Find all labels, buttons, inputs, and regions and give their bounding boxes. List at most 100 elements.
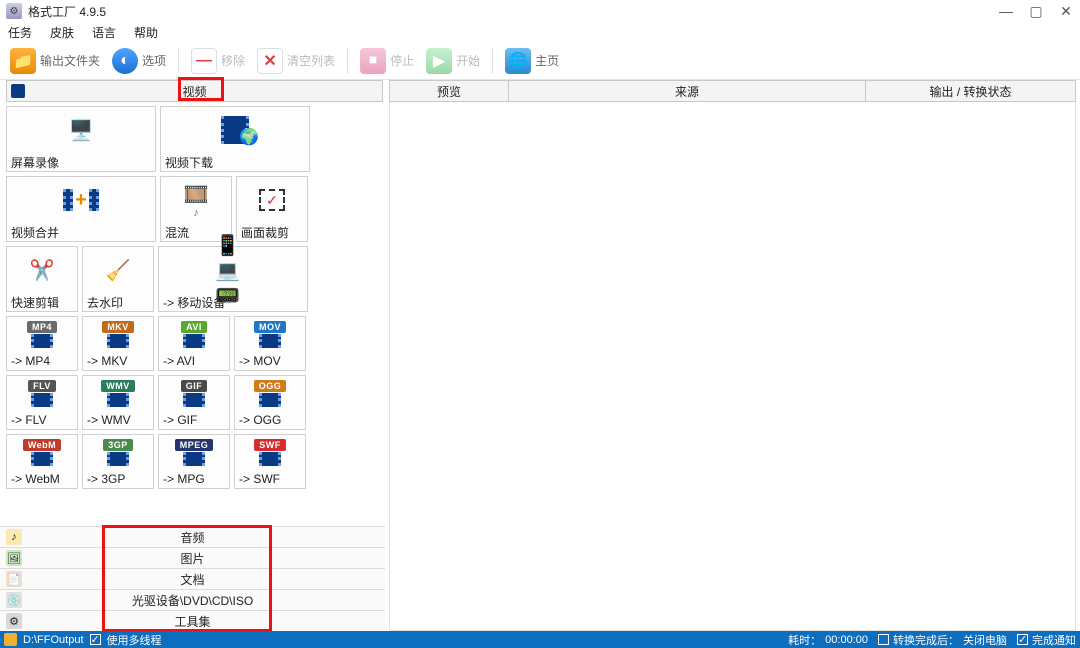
video-tab-icon xyxy=(11,84,25,98)
menu-skin[interactable]: 皮肤 xyxy=(50,24,74,41)
output-path[interactable]: D:\FFOutput xyxy=(23,634,84,646)
multithread-checkbox[interactable] xyxy=(90,634,101,645)
notify-label: 完成通知 xyxy=(1032,632,1076,648)
tile-3gp[interactable]: 3GP-> 3GP xyxy=(82,434,154,489)
options-button[interactable]: ◐ 选项 xyxy=(108,46,170,76)
clear-button[interactable]: 清空列表 xyxy=(253,46,339,76)
home-label: 主页 xyxy=(535,52,559,69)
remove-watermark-icon: 🧹 xyxy=(100,255,136,285)
tile-remove-watermark[interactable]: 🧹 去水印 xyxy=(82,246,154,312)
col-preview[interactable]: 预览 xyxy=(389,80,509,102)
home-icon: 🌐 xyxy=(505,48,531,74)
tile-ogg[interactable]: OGG -> OGG xyxy=(234,375,306,430)
title-bar: ⚙ 格式工厂 4.9.5 — ▢ ✕ xyxy=(0,0,1080,22)
highlight-box xyxy=(178,77,224,101)
flv-format-icon: FLV xyxy=(28,380,56,392)
tile-webm[interactable]: WebM -> WebM xyxy=(6,434,78,489)
video-download-icon: 🌍 xyxy=(217,115,253,145)
tile-mkv[interactable]: MKV -> MKV xyxy=(82,316,154,371)
tile-quick-cut[interactable]: ✂️ 快速剪辑 xyxy=(6,246,78,312)
audio-icon: ♪ xyxy=(6,529,22,545)
tile-label: 视频合并 xyxy=(7,223,155,241)
webm-format-icon: WebM xyxy=(23,439,61,451)
separator xyxy=(178,48,179,74)
screen-record-icon: 🖥️ xyxy=(63,115,99,145)
3gp-format-icon: 3GP xyxy=(103,439,133,451)
tile-label: -> OGG xyxy=(235,411,305,429)
mp4-format-icon: MP4 xyxy=(27,321,57,333)
crop-icon: ✓ xyxy=(259,189,285,211)
minimize-button[interactable]: — xyxy=(998,3,1014,20)
status-bar: D:\FFOutput 使用多线程 耗时： 00:00:00 转换完成后： 关闭… xyxy=(0,631,1080,648)
start-label: 开始 xyxy=(456,52,480,69)
ogg-format-icon: OGG xyxy=(254,380,287,392)
mkv-format-icon: MKV xyxy=(102,321,134,333)
remove-button[interactable]: 移除 xyxy=(187,46,249,76)
tile-label: 去水印 xyxy=(83,293,153,311)
tile-label: 屏幕录像 xyxy=(7,153,155,171)
window-title: 格式工厂 4.9.5 xyxy=(28,3,106,20)
mpg-format-icon: MPEG xyxy=(175,439,214,451)
remove-label: 移除 xyxy=(221,52,245,69)
start-icon: ▶ xyxy=(426,48,452,74)
menu-lang[interactable]: 语言 xyxy=(92,24,116,41)
menu-help[interactable]: 帮助 xyxy=(134,24,158,41)
tile-flv[interactable]: FLV-> FLV xyxy=(6,375,78,430)
home-button[interactable]: 🌐 主页 xyxy=(501,46,563,76)
tile-label: 视频下载 xyxy=(161,153,309,171)
highlight-box-categories xyxy=(102,525,272,632)
tile-video-download[interactable]: 🌍 视频下载 xyxy=(160,106,310,172)
tile-wmv[interactable]: WMV -> WMV xyxy=(82,375,154,430)
start-button[interactable]: ▶ 开始 xyxy=(422,46,484,76)
tile-mov[interactable]: MOV-> MOV xyxy=(234,316,306,371)
swf-format-icon: SWF xyxy=(254,439,286,451)
right-panel: 预览 来源 输出 / 转换状态 xyxy=(385,80,1080,631)
tile-label: 快速剪辑 xyxy=(7,293,77,311)
output-folder-button[interactable]: 📁 输出文件夹 xyxy=(6,46,104,76)
tile-screen-record[interactable]: 🖥️ 屏幕录像 xyxy=(6,106,156,172)
menu-task[interactable]: 任务 xyxy=(8,24,32,41)
tile-avi[interactable]: AVI-> AVI xyxy=(158,316,230,371)
tile-mobile[interactable]: 📱💻📟 -> 移动设备 xyxy=(158,246,308,312)
output-folder-label: 输出文件夹 xyxy=(40,52,100,69)
after-convert-checkbox[interactable] xyxy=(878,634,889,645)
mov-format-icon: MOV xyxy=(254,321,286,333)
stop-label: 停止 xyxy=(390,52,414,69)
stop-icon: ⏹ xyxy=(360,48,386,74)
col-status[interactable]: 输出 / 转换状态 xyxy=(866,80,1076,102)
tile-label: -> MKV xyxy=(83,352,153,370)
after-convert-value: 关闭电脑 xyxy=(963,632,1007,648)
gif-format-icon: GIF xyxy=(181,380,208,392)
elapsed-value: 00:00:00 xyxy=(825,634,868,646)
maximize-button[interactable]: ▢ xyxy=(1028,3,1044,20)
tile-grid: 🖥️ 屏幕录像 🌍 视频下载 + 视频合并 🎞️♪ 混流 xyxy=(0,106,385,526)
tools-icon: ⚙ xyxy=(6,613,22,629)
tile-label: -> 移动设备 xyxy=(159,293,307,311)
multithread-label: 使用多线程 xyxy=(107,632,162,648)
options-icon: ◐ xyxy=(112,48,138,74)
tile-label: -> WebM xyxy=(7,470,77,488)
avi-format-icon: AVI xyxy=(181,321,207,333)
tile-mpg[interactable]: MPEG -> MPG xyxy=(158,434,230,489)
toolbar: 📁 输出文件夹 ◐ 选项 移除 清空列表 ⏹ 停止 ▶ 开始 🌐 主页 xyxy=(0,42,1080,80)
tile-label: -> SWF xyxy=(235,470,305,488)
tile-swf[interactable]: SWF -> SWF xyxy=(234,434,306,489)
separator xyxy=(347,48,348,74)
tile-label: -> MPG xyxy=(159,470,229,488)
task-list-body[interactable] xyxy=(389,102,1076,631)
notify-checkbox[interactable] xyxy=(1017,634,1028,645)
tab-video[interactable]: 视频 xyxy=(6,80,383,102)
wmv-format-icon: WMV xyxy=(101,380,135,392)
stop-button[interactable]: ⏹ 停止 xyxy=(356,46,418,76)
tile-label: -> WMV xyxy=(83,411,153,429)
folder-icon: 📁 xyxy=(10,48,36,74)
col-source[interactable]: 来源 xyxy=(509,80,866,102)
close-button[interactable]: ✕ xyxy=(1058,3,1074,20)
quick-cut-icon: ✂️ xyxy=(24,255,60,285)
status-folder-icon[interactable] xyxy=(4,633,17,646)
tile-video-merge[interactable]: + 视频合并 xyxy=(6,176,156,242)
task-list-header: 预览 来源 输出 / 转换状态 xyxy=(389,80,1076,102)
tile-mp4[interactable]: MP4-> MP4 xyxy=(6,316,78,371)
tile-gif[interactable]: GIF-> GIF xyxy=(158,375,230,430)
separator xyxy=(492,48,493,74)
